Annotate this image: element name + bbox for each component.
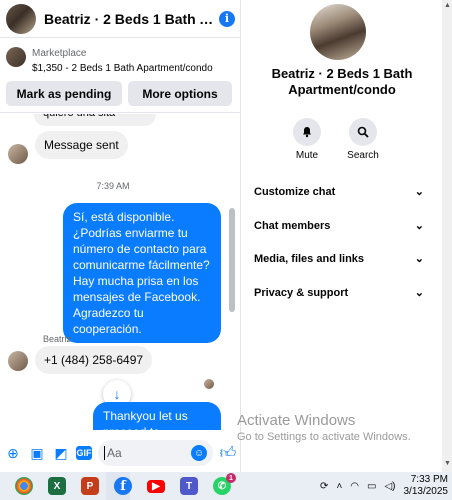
activate-windows-watermark: Activate Windows Go to Settings to activ… bbox=[237, 412, 411, 443]
gif-icon[interactable]: GIF bbox=[76, 446, 92, 460]
whatsapp-icon[interactable]: ✆ 1 bbox=[213, 473, 236, 495]
mark-as-pending-button[interactable]: Mark as pending bbox=[6, 81, 122, 106]
bell-icon[interactable] bbox=[293, 118, 321, 146]
scroll-down-arrow-icon[interactable]: ▼ bbox=[444, 460, 451, 467]
message-input-placeholder: Aa bbox=[107, 446, 122, 460]
watermark-subtitle: Go to Settings to activate Windows. bbox=[237, 431, 411, 443]
seen-avatar bbox=[204, 379, 214, 389]
battery-icon[interactable]: ▭ bbox=[367, 481, 376, 492]
text-caret bbox=[104, 446, 105, 460]
message-bubble-incoming: +1 (484) 258-6497 bbox=[35, 346, 153, 374]
sender-avatar bbox=[8, 144, 28, 164]
chat-header: Beatriz · 2 Beds 1 Bath A... i bbox=[0, 0, 241, 38]
section-label: Customize chat bbox=[254, 185, 336, 198]
powerpoint-icon[interactable]: P bbox=[81, 477, 99, 495]
chat-title[interactable]: Beatriz · 2 Beds 1 Bath A... bbox=[44, 11, 214, 27]
listing-title[interactable]: $1,350 - 2 Beds 1 Bath Apartment/condo bbox=[32, 63, 213, 74]
section-label: Media, files and links bbox=[254, 252, 365, 265]
system-tray: ⟳ ˄ ◠ ▭ ◁) 7:33 PM 3/13/2025 bbox=[320, 472, 448, 500]
clock-date: 3/13/2025 bbox=[403, 486, 449, 497]
message-timestamp: 7:39 AM bbox=[96, 181, 130, 191]
chevron-up-icon[interactable]: ˄ bbox=[336, 481, 342, 492]
chevron-down-icon: ⌄ bbox=[414, 253, 424, 265]
conversation-info-panel: Beatriz · 2 Beds 1 Bath Apartment/condo … bbox=[242, 0, 442, 472]
info-icon[interactable]: i bbox=[219, 10, 235, 27]
photo-icon[interactable]: ▣ bbox=[28, 444, 46, 462]
wifi-icon[interactable]: ◠ bbox=[350, 481, 359, 492]
section-label: Privacy & support bbox=[254, 286, 349, 299]
emoji-icon[interactable]: ☺ bbox=[191, 445, 207, 461]
sender-name: Beatriz bbox=[43, 334, 72, 344]
chevron-down-icon: ⌄ bbox=[414, 287, 424, 299]
conversation-name: Beatriz · 2 Beds 1 Bath Apartment/condo bbox=[271, 66, 413, 97]
message-composer: ⊕ ▣ ◩ GIF Aa ☺ 👍︎ bbox=[0, 434, 241, 472]
taskbar: X P f ▶ T ✆ 1 ⟳ ˄ ◠ ▭ ◁) 7:33 PM 3/13/20… bbox=[0, 472, 452, 500]
search-icon[interactable] bbox=[349, 118, 377, 146]
listing-thumbnail[interactable] bbox=[6, 47, 26, 67]
info-panel-scrollbar[interactable]: ▲ ▼ bbox=[442, 0, 452, 472]
section-label: Chat members bbox=[254, 219, 331, 232]
watermark-title: Activate Windows bbox=[237, 412, 356, 429]
chat-pane: Beatriz · 2 Beds 1 Bath A... i Marketpla… bbox=[0, 0, 241, 472]
teams-icon[interactable]: T bbox=[180, 477, 198, 495]
search-action[interactable]: Search bbox=[347, 118, 379, 161]
volume-icon[interactable]: ◁) bbox=[384, 481, 395, 492]
marketplace-banner: Marketplace $1,350 - 2 Beds 1 Bath Apart… bbox=[0, 39, 241, 113]
chrome-icon[interactable] bbox=[15, 477, 33, 495]
facebook-icon[interactable]: f bbox=[114, 477, 132, 495]
clock[interactable]: 7:33 PM 3/13/2025 bbox=[404, 474, 449, 498]
plus-icon[interactable]: ⊕ bbox=[4, 444, 22, 462]
like-icon[interactable]: 👍︎ bbox=[219, 444, 237, 462]
youtube-icon[interactable]: ▶ bbox=[147, 479, 165, 493]
section-customize-chat[interactable]: Customize chat ⌄ bbox=[254, 185, 424, 199]
scroll-up-arrow-icon[interactable]: ▲ bbox=[444, 2, 451, 9]
marketplace-label: Marketplace bbox=[32, 48, 87, 59]
chevron-down-icon: ⌄ bbox=[414, 220, 424, 232]
message-list: quiero una sita Message sent 7:39 AM Sí,… bbox=[0, 114, 241, 434]
sync-icon[interactable]: ⟳ bbox=[320, 481, 328, 492]
section-chat-members[interactable]: Chat members ⌄ bbox=[254, 219, 424, 233]
clock-time: 7:33 PM bbox=[410, 474, 448, 485]
mute-action[interactable]: Mute bbox=[292, 118, 322, 161]
chevron-down-icon: ⌄ bbox=[414, 186, 424, 198]
conversation-avatar[interactable] bbox=[310, 4, 366, 60]
search-label: Search bbox=[347, 150, 379, 161]
messenger-window: Beatriz · 2 Beds 1 Bath A... i Marketpla… bbox=[0, 0, 452, 500]
more-options-button[interactable]: More options bbox=[128, 81, 232, 106]
message-bubble-incoming: quiero una sita bbox=[34, 114, 156, 126]
mute-label: Mute bbox=[295, 150, 319, 161]
sender-avatar bbox=[8, 351, 28, 371]
message-input[interactable]: Aa ☺ bbox=[98, 440, 213, 466]
whatsapp-badge: 1 bbox=[226, 473, 236, 483]
sticker-icon[interactable]: ◩ bbox=[52, 444, 70, 462]
message-sent-bubble: Message sent bbox=[35, 131, 128, 159]
section-privacy-support[interactable]: Privacy & support ⌄ bbox=[254, 286, 424, 300]
message-bubble-outgoing: Thankyou let us proceed to bbox=[93, 402, 221, 434]
excel-icon[interactable]: X bbox=[48, 477, 66, 495]
section-media-files-links[interactable]: Media, files and links ⌄ bbox=[254, 252, 424, 266]
message-bubble-outgoing: Sí, está disponible. ¿Podrías enviarme t… bbox=[63, 203, 221, 343]
avatar[interactable] bbox=[6, 3, 36, 34]
chat-scrollbar[interactable] bbox=[229, 208, 235, 312]
